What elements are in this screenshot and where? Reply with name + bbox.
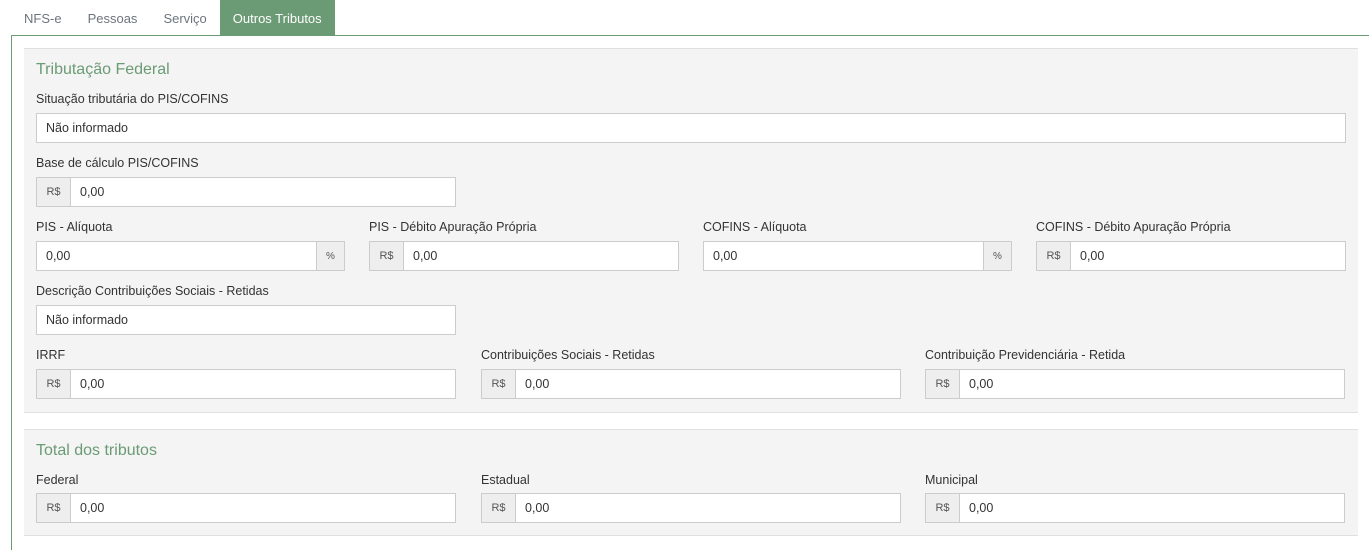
- tab-panel-outros-tributos: Tributação Federal Situação tributária d…: [11, 35, 1369, 550]
- total-municipal-field[interactable]: R$: [925, 493, 1345, 523]
- total-estadual-field[interactable]: R$: [481, 493, 901, 523]
- base-calculo-label: Base de cálculo PIS/COFINS: [36, 156, 199, 170]
- section-title-totais: Total dos tributos: [36, 442, 157, 459]
- total-estadual-input[interactable]: [516, 494, 900, 522]
- pis-aliquota-label: PIS - Alíquota: [36, 220, 113, 234]
- section-title-federal: Tributação Federal: [36, 61, 170, 78]
- irrf-input[interactable]: [71, 370, 455, 398]
- total-municipal-input[interactable]: [960, 494, 1344, 522]
- cofins-debito-field[interactable]: R$: [1036, 241, 1346, 271]
- situacao-label: Situação tributária do PIS/COFINS: [36, 92, 229, 106]
- contrib-prev-input[interactable]: [960, 370, 1344, 398]
- cofins-aliquota-label: COFINS - Alíquota: [703, 220, 807, 234]
- section-total-tributos: Total dos tributos Federal R$ Estadual R…: [24, 429, 1358, 536]
- cofins-aliquota-field[interactable]: %: [703, 241, 1012, 271]
- tab-nfse[interactable]: NFS-e: [11, 0, 75, 36]
- currency-addon: R$: [926, 494, 960, 522]
- contrib-prev-label: Contribuição Previdenciária - Retida: [925, 348, 1126, 362]
- pis-debito-label: PIS - Débito Apuração Própria: [369, 220, 537, 234]
- percent-addon: %: [983, 242, 1011, 270]
- currency-addon: R$: [370, 242, 404, 270]
- currency-addon: R$: [37, 494, 71, 522]
- total-federal-input[interactable]: [71, 494, 455, 522]
- base-calculo-input[interactable]: [71, 178, 455, 206]
- total-federal-field[interactable]: R$: [36, 493, 456, 523]
- descricao-contrib-input[interactable]: [37, 306, 455, 334]
- pis-aliquota-field[interactable]: %: [36, 241, 345, 271]
- currency-addon: R$: [37, 178, 71, 206]
- contrib-sociais-field[interactable]: R$: [481, 369, 901, 399]
- cofins-debito-input[interactable]: [1071, 242, 1345, 270]
- irrf-label: IRRF: [36, 348, 66, 362]
- section-tributacao-federal: Tributação Federal Situação tributária d…: [24, 48, 1358, 413]
- base-calculo-field[interactable]: R$: [36, 177, 456, 207]
- pis-debito-input[interactable]: [404, 242, 678, 270]
- descricao-contrib-field[interactable]: [36, 305, 456, 335]
- percent-addon: %: [316, 242, 344, 270]
- currency-addon: R$: [1037, 242, 1071, 270]
- situacao-input[interactable]: [37, 114, 1345, 142]
- tab-servico[interactable]: Serviço: [150, 0, 219, 36]
- total-municipal-label: Municipal: [925, 473, 978, 487]
- tab-bar: NFS-e Pessoas Serviço Outros Tributos: [11, 0, 335, 36]
- contrib-sociais-input[interactable]: [516, 370, 900, 398]
- tab-outros-tributos[interactable]: Outros Tributos: [219, 0, 335, 36]
- total-estadual-label: Estadual: [481, 473, 530, 487]
- currency-addon: R$: [37, 370, 71, 398]
- cofins-aliquota-input[interactable]: [704, 242, 983, 270]
- tab-pessoas[interactable]: Pessoas: [75, 0, 151, 36]
- descricao-contrib-label: Descrição Contribuições Sociais - Retida…: [36, 284, 269, 298]
- pis-aliquota-input[interactable]: [37, 242, 316, 270]
- total-federal-label: Federal: [36, 473, 79, 487]
- currency-addon: R$: [482, 494, 516, 522]
- contrib-sociais-label: Contribuições Sociais - Retidas: [481, 348, 655, 362]
- pis-debito-field[interactable]: R$: [369, 241, 679, 271]
- contrib-prev-field[interactable]: R$: [925, 369, 1345, 399]
- situacao-field[interactable]: [36, 113, 1346, 143]
- irrf-field[interactable]: R$: [36, 369, 456, 399]
- currency-addon: R$: [482, 370, 516, 398]
- cofins-debito-label: COFINS - Débito Apuração Própria: [1036, 220, 1231, 234]
- currency-addon: R$: [926, 370, 960, 398]
